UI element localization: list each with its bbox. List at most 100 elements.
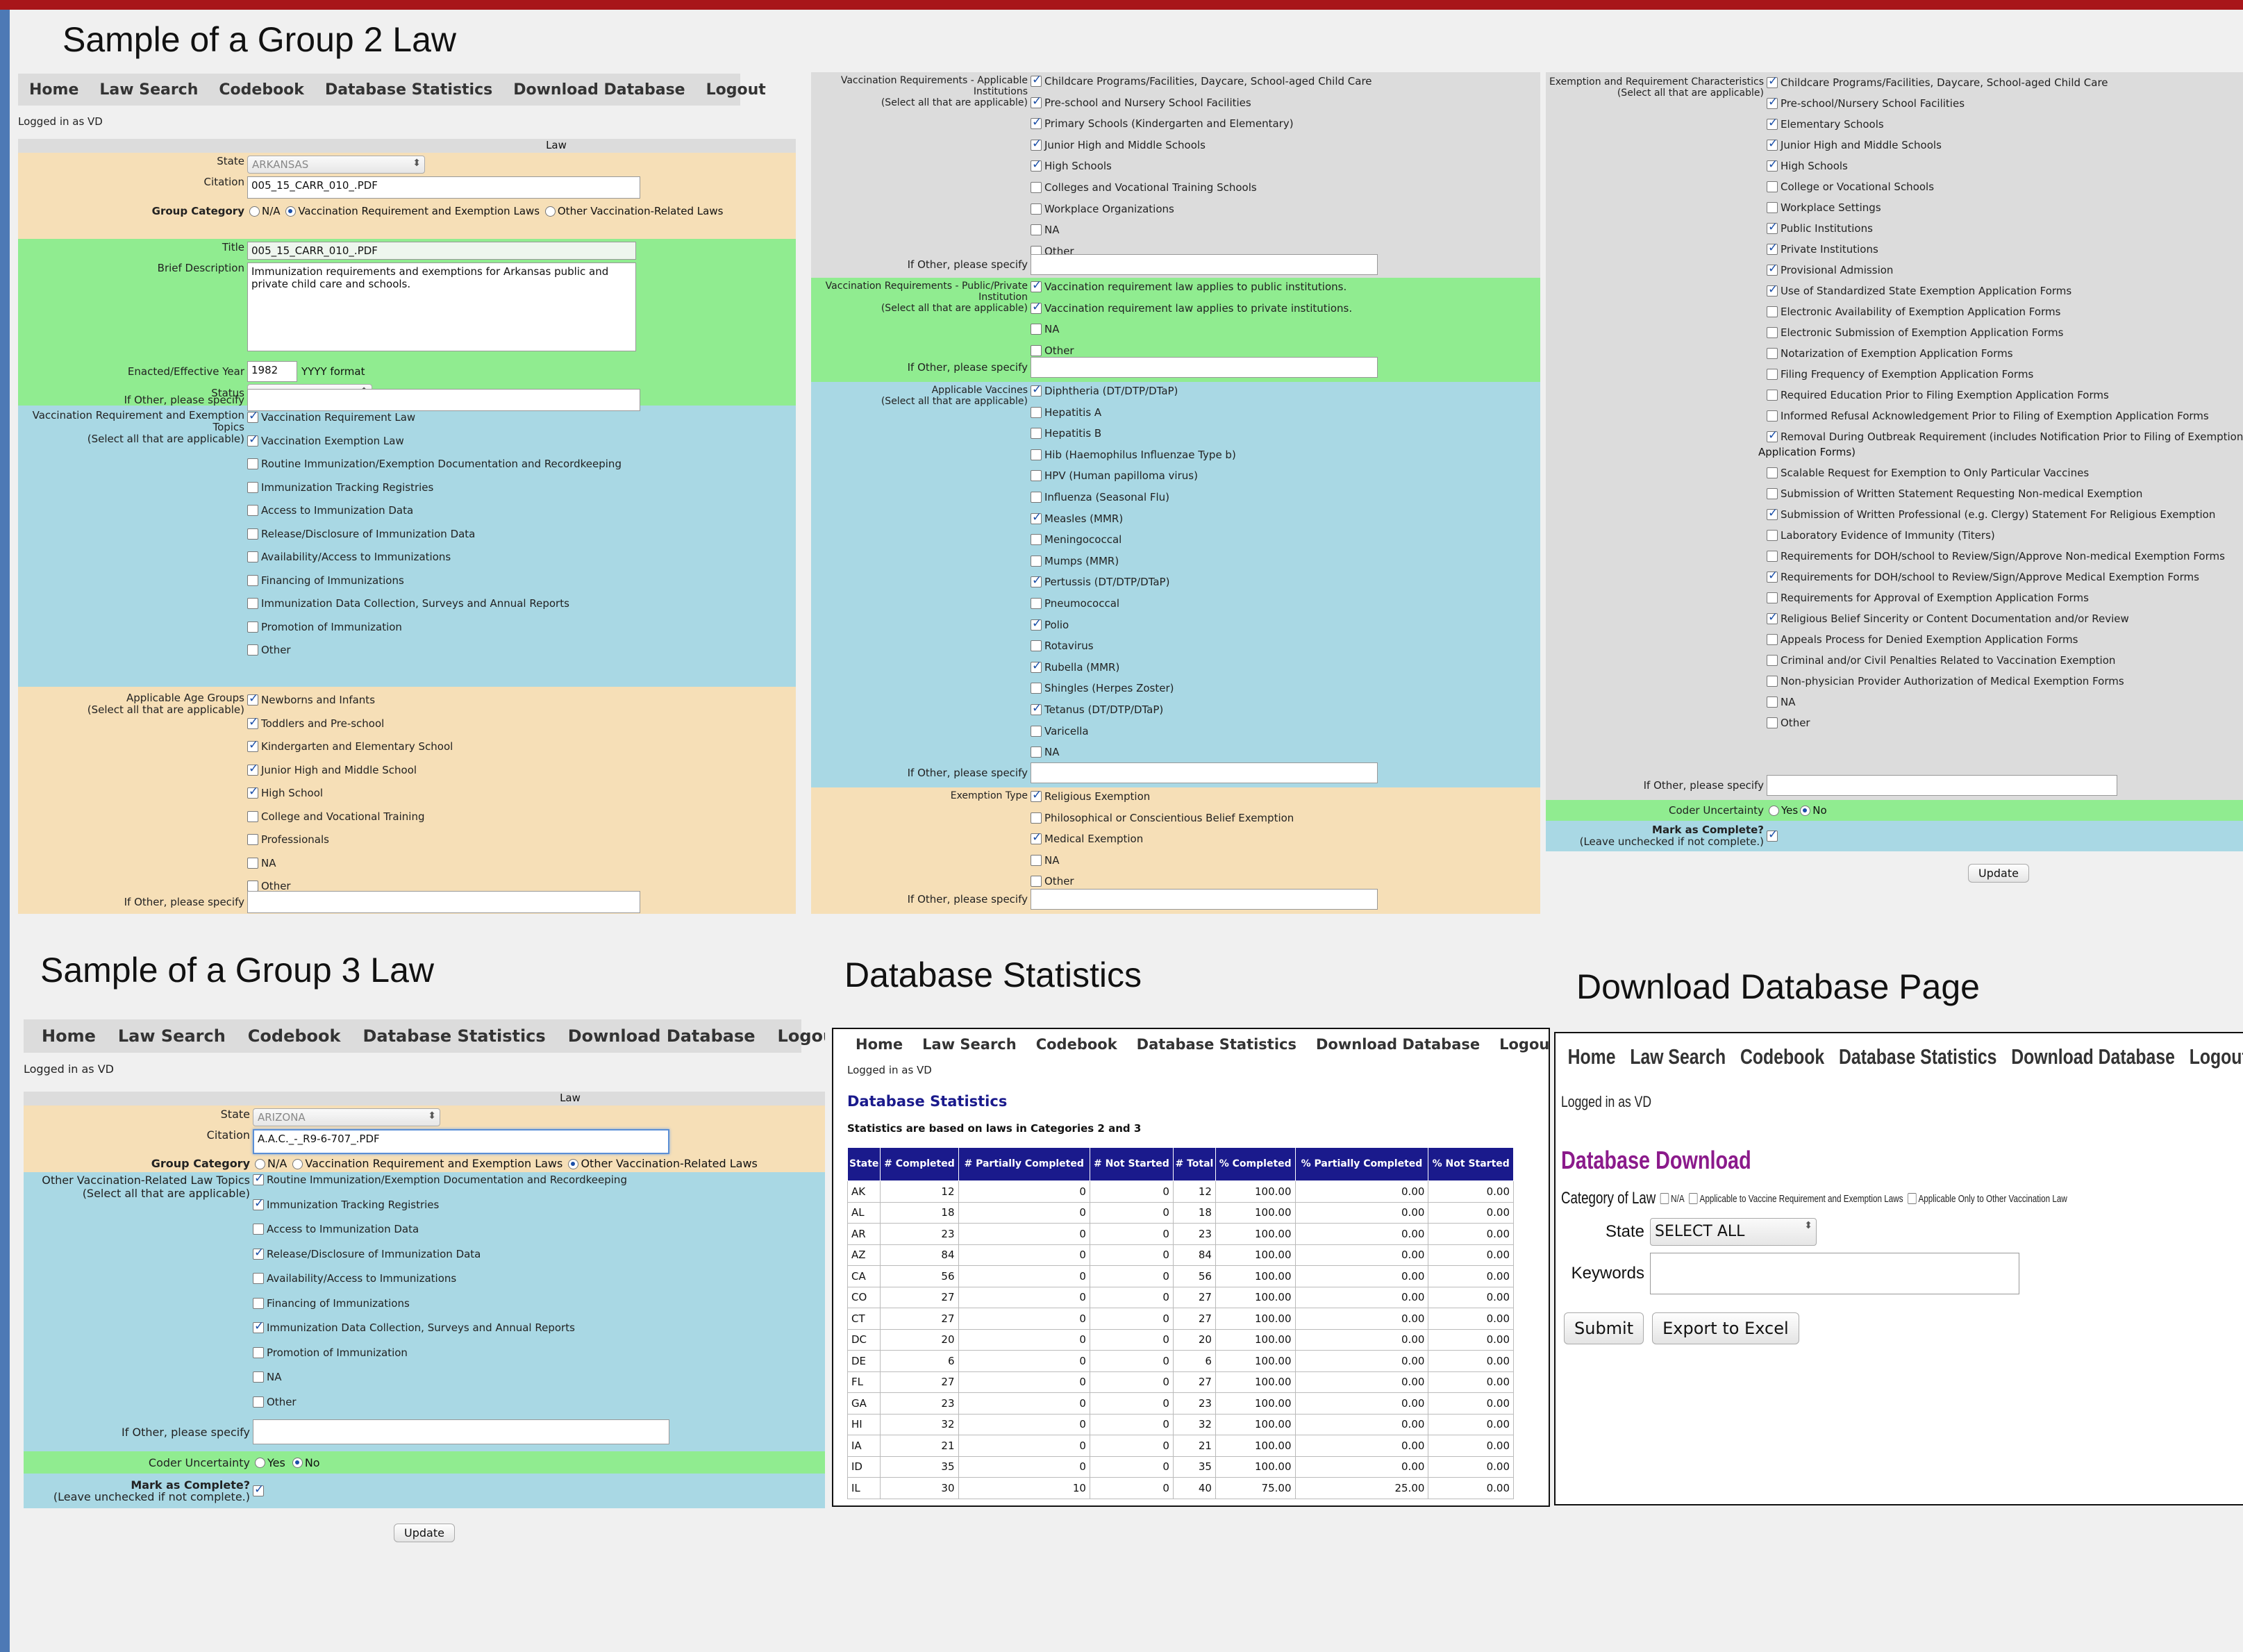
age-group-item[interactable]: Toddlers and Pre-school [247,717,453,730]
characteristic-item[interactable]: Criminal and/or Civil Penalties Related … [1767,654,2243,667]
topic-item[interactable]: Availability/Access to Immunizations [253,1272,627,1285]
vaccine-item[interactable]: Hepatitis B [1031,427,1236,440]
vaccine-item[interactable]: Pertussis (DT/DTP/DTaP) [1031,576,1236,588]
age-group-checkbox[interactable] [247,694,258,706]
topic-item[interactable]: Immunization Tracking Registries [253,1199,627,1211]
age-group-item[interactable]: NA [247,857,453,869]
mark-complete-checkbox[interactable] [253,1485,264,1496]
vaccine-checkbox[interactable] [1031,556,1042,567]
nav-codebook[interactable]: Codebook [1740,1044,1824,1069]
characteristic-item[interactable]: Workplace Settings [1767,201,2243,214]
topic-checkbox[interactable] [247,412,258,423]
characteristic-item[interactable]: Laboratory Evidence of Immunity (Titers) [1767,529,2243,542]
vaccine-item[interactable]: Pneumococcal [1031,597,1236,610]
characteristic-item[interactable]: Public Institutions [1767,222,2243,235]
topic-item[interactable]: Immunization Tracking Registries [247,481,622,494]
characteristic-checkbox[interactable] [1767,77,1778,88]
characteristic-item[interactable]: Submission of Written Professional (e.g.… [1767,508,2243,521]
topic-checkbox[interactable] [253,1371,264,1383]
characteristic-checkbox[interactable] [1767,119,1778,130]
vaccine-checkbox[interactable] [1031,470,1042,481]
public-private-item[interactable]: Other [1031,344,1352,357]
vaccine-checkbox[interactable] [1031,492,1042,503]
exemption-type-checkbox[interactable] [1031,833,1042,844]
topic-checkbox[interactable] [247,528,258,540]
characteristic-checkbox[interactable] [1767,467,1778,478]
public-private-checkbox[interactable] [1031,324,1042,335]
coder-no-radio[interactable] [292,1458,303,1468]
age-group-checkbox[interactable] [247,834,258,845]
characteristic-checkbox[interactable] [1767,265,1778,276]
characteristic-checkbox[interactable] [1767,369,1778,380]
category-na-checkbox[interactable] [1660,1193,1669,1204]
nav-database-statistics[interactable]: Database Statistics [1839,1044,1996,1069]
age-group-item[interactable]: Junior High and Middle School [247,764,453,776]
nav-download-database[interactable]: Download Database [2011,1044,2175,1069]
topic-item[interactable]: Availability/Access to Immunizations [247,551,622,563]
characteristic-item[interactable]: Private Institutions [1767,243,2243,256]
exemption-type-checkbox[interactable] [1031,876,1042,887]
nav-codebook[interactable]: Codebook [1036,1036,1117,1053]
institutions-other-input[interactable] [1031,254,1378,275]
age-group-checkbox[interactable] [247,718,258,729]
vaccine-checkbox[interactable] [1031,683,1042,694]
characteristic-item[interactable]: Requirements for Approval of Exemption A… [1767,592,2243,604]
characteristic-checkbox[interactable] [1767,551,1778,562]
age-group-item[interactable]: Kindergarten and Elementary School [247,740,453,753]
vaccine-item[interactable]: Meningococcal [1031,533,1236,546]
public-private-checkbox[interactable] [1031,345,1042,356]
characteristic-item[interactable]: Non-physician Provider Authorization of … [1767,675,2243,687]
topic-item[interactable]: Routine Immunization/Exemption Documenta… [253,1174,627,1186]
characteristics-other-input[interactable] [1767,775,2117,796]
radio-na[interactable] [255,1159,265,1169]
topic-item[interactable]: Promotion of Immunization [253,1346,627,1359]
topic-item[interactable]: Immunization Data Collection, Surveys an… [247,597,622,610]
institution-checkbox[interactable] [1031,76,1042,87]
characteristic-checkbox[interactable] [1767,160,1778,172]
institution-checkbox[interactable] [1031,140,1042,151]
institution-checkbox[interactable] [1031,203,1042,215]
characteristic-checkbox[interactable] [1767,655,1778,666]
characteristic-item[interactable]: College or Vocational Schools [1767,181,2243,193]
vaccine-item[interactable]: Influenza (Seasonal Flu) [1031,491,1236,503]
characteristic-item[interactable]: Requirements for DOH/school to Review/Si… [1767,571,2243,583]
nav-codebook[interactable]: Codebook [248,1026,341,1046]
age-other-input[interactable] [247,891,640,913]
characteristic-checkbox[interactable] [1767,306,1778,317]
coder-no-radio[interactable] [1800,806,1810,816]
characteristic-item[interactable]: Required Education Prior to Filing Exemp… [1767,389,2243,401]
topic-checkbox[interactable] [247,551,258,562]
topic-item[interactable]: Release/Disclosure of Immunization Data [253,1248,627,1260]
state-select[interactable]: ARKANSAS [247,156,425,174]
characteristic-checkbox[interactable] [1767,571,1778,583]
topic-checkbox[interactable] [253,1298,264,1309]
radio-na[interactable] [249,206,260,217]
vaccine-checkbox[interactable] [1031,576,1042,587]
topic-checkbox[interactable] [247,621,258,633]
public-private-item[interactable]: Vaccination requirement law applies to p… [1031,302,1352,315]
topics-other-input[interactable] [247,389,640,411]
state-select[interactable]: ARIZONA [253,1108,440,1126]
characteristic-checkbox[interactable] [1767,348,1778,359]
characteristic-item[interactable]: Requirements for DOH/school to Review/Si… [1767,550,2243,562]
topic-item[interactable]: Access to Immunization Data [253,1223,627,1235]
nav-download-database[interactable]: Download Database [1316,1036,1480,1053]
exemption-type-checkbox[interactable] [1031,812,1042,824]
institution-item[interactable]: High Schools [1031,160,1372,172]
age-group-checkbox[interactable] [247,811,258,822]
characteristic-item[interactable]: Junior High and Middle Schools [1767,139,2243,151]
nav-home[interactable]: Home [856,1036,903,1053]
state-select[interactable]: SELECT ALL [1650,1218,1817,1246]
characteristic-checkbox[interactable] [1767,244,1778,255]
institution-checkbox[interactable] [1031,118,1042,129]
vaccine-checkbox[interactable] [1031,598,1042,609]
age-group-item[interactable]: Newborns and Infants [247,694,453,706]
citation-input[interactable]: A.A.C._-_R9-6-707_.PDF [253,1129,669,1154]
age-group-checkbox[interactable] [247,765,258,776]
nav-law-search[interactable]: Law Search [1630,1044,1726,1069]
title-input[interactable]: 005_15_CARR_010_.PDF [247,242,636,260]
topic-checkbox[interactable] [247,458,258,469]
institution-checkbox[interactable] [1031,97,1042,108]
nav-law-search[interactable]: Law Search [118,1026,226,1046]
vaccine-checkbox[interactable] [1031,428,1042,439]
